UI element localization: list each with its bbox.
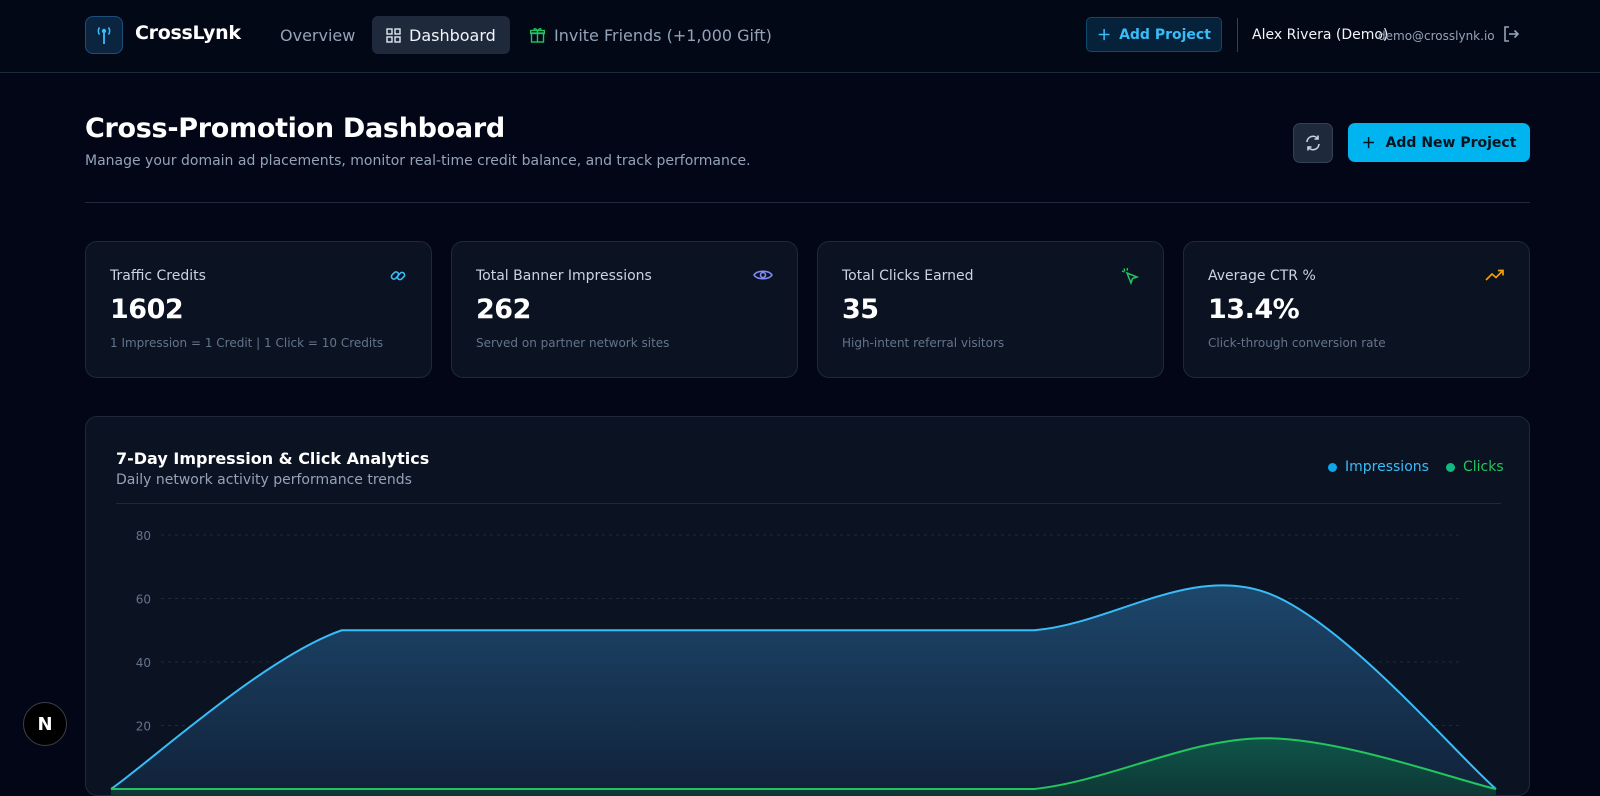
stat-value: 35: [842, 294, 879, 325]
framework-badge[interactable]: N: [23, 702, 67, 746]
add-new-project-label: Add New Project: [1386, 135, 1517, 151]
analytics-chart-card: 7-Day Impression & Click Analytics Daily…: [85, 416, 1530, 796]
add-project-label: Add Project: [1119, 27, 1211, 43]
y-tick-label: 80: [136, 529, 151, 543]
logo-icon[interactable]: [85, 16, 123, 54]
stat-value: 13.4%: [1208, 294, 1299, 325]
refresh-icon: [1304, 134, 1322, 152]
stat-footnote: High-intent referral visitors: [842, 336, 1004, 350]
add-new-project-button[interactable]: ＋ Add New Project: [1348, 123, 1530, 162]
stat-card-average-ctr: Average CTR % 13.4% Click-through conver…: [1183, 241, 1530, 378]
y-tick-label: 40: [136, 656, 151, 670]
stat-card-clicks-earned: Total Clicks Earned 35 High-intent refer…: [817, 241, 1164, 378]
brand-name[interactable]: CrossLynk: [135, 22, 241, 44]
user-name: Alex Rivera (Demo): [1252, 27, 1388, 43]
dashboard-grid-icon: [386, 28, 401, 43]
y-tick-label: 20: [136, 720, 151, 734]
page-subtitle: Manage your domain ad placements, monito…: [85, 153, 751, 169]
plus-icon: ＋: [1097, 25, 1111, 45]
nav-dashboard[interactable]: Dashboard: [372, 16, 510, 54]
add-project-button[interactable]: ＋ Add Project: [1086, 17, 1222, 52]
nav-dashboard-label: Dashboard: [409, 26, 496, 45]
stat-value: 262: [476, 294, 531, 325]
stat-card-traffic-credits: Traffic Credits 1602 1 Impression = 1 Cr…: [85, 241, 432, 378]
stat-label: Average CTR %: [1208, 268, 1316, 284]
stat-label: Total Clicks Earned: [842, 268, 974, 284]
trending-up-icon: [1485, 267, 1505, 286]
stat-card-banner-impressions: Total Banner Impressions 262 Served on p…: [451, 241, 798, 378]
stat-label: Total Banner Impressions: [476, 268, 652, 284]
pointer-icon: [1121, 267, 1139, 289]
stat-label: Traffic Credits: [110, 268, 206, 284]
refresh-button[interactable]: [1293, 123, 1333, 163]
stat-footnote: Click-through conversion rate: [1208, 336, 1386, 350]
nav-invite-label: Invite Friends (+1,000 Gift): [554, 26, 772, 45]
page-title: Cross-Promotion Dashboard: [85, 113, 505, 144]
nav-invite-friends[interactable]: Invite Friends (+1,000 Gift): [530, 16, 772, 54]
stat-footnote: 1 Impression = 1 Credit | 1 Click = 10 C…: [110, 336, 383, 350]
plus-icon: ＋: [1362, 133, 1376, 153]
nav-divider: [1237, 18, 1238, 52]
gift-icon: [530, 27, 545, 43]
top-navbar: CrossLynk Overview Dashboard Invite Frie…: [0, 0, 1600, 73]
area-chart: 20 40 60 80: [86, 417, 1530, 796]
nav-overview-label: Overview: [280, 26, 355, 45]
stat-footnote: Served on partner network sites: [476, 336, 669, 350]
user-email: demo@crosslynk.io: [1378, 29, 1495, 43]
stat-value: 1602: [110, 294, 183, 325]
y-tick-label: 60: [136, 593, 151, 607]
link-icon: [389, 267, 407, 289]
nav-overview[interactable]: Overview: [280, 16, 355, 54]
eye-icon: [753, 267, 773, 287]
header-divider: [85, 202, 1530, 203]
logout-icon[interactable]: [1501, 24, 1521, 48]
